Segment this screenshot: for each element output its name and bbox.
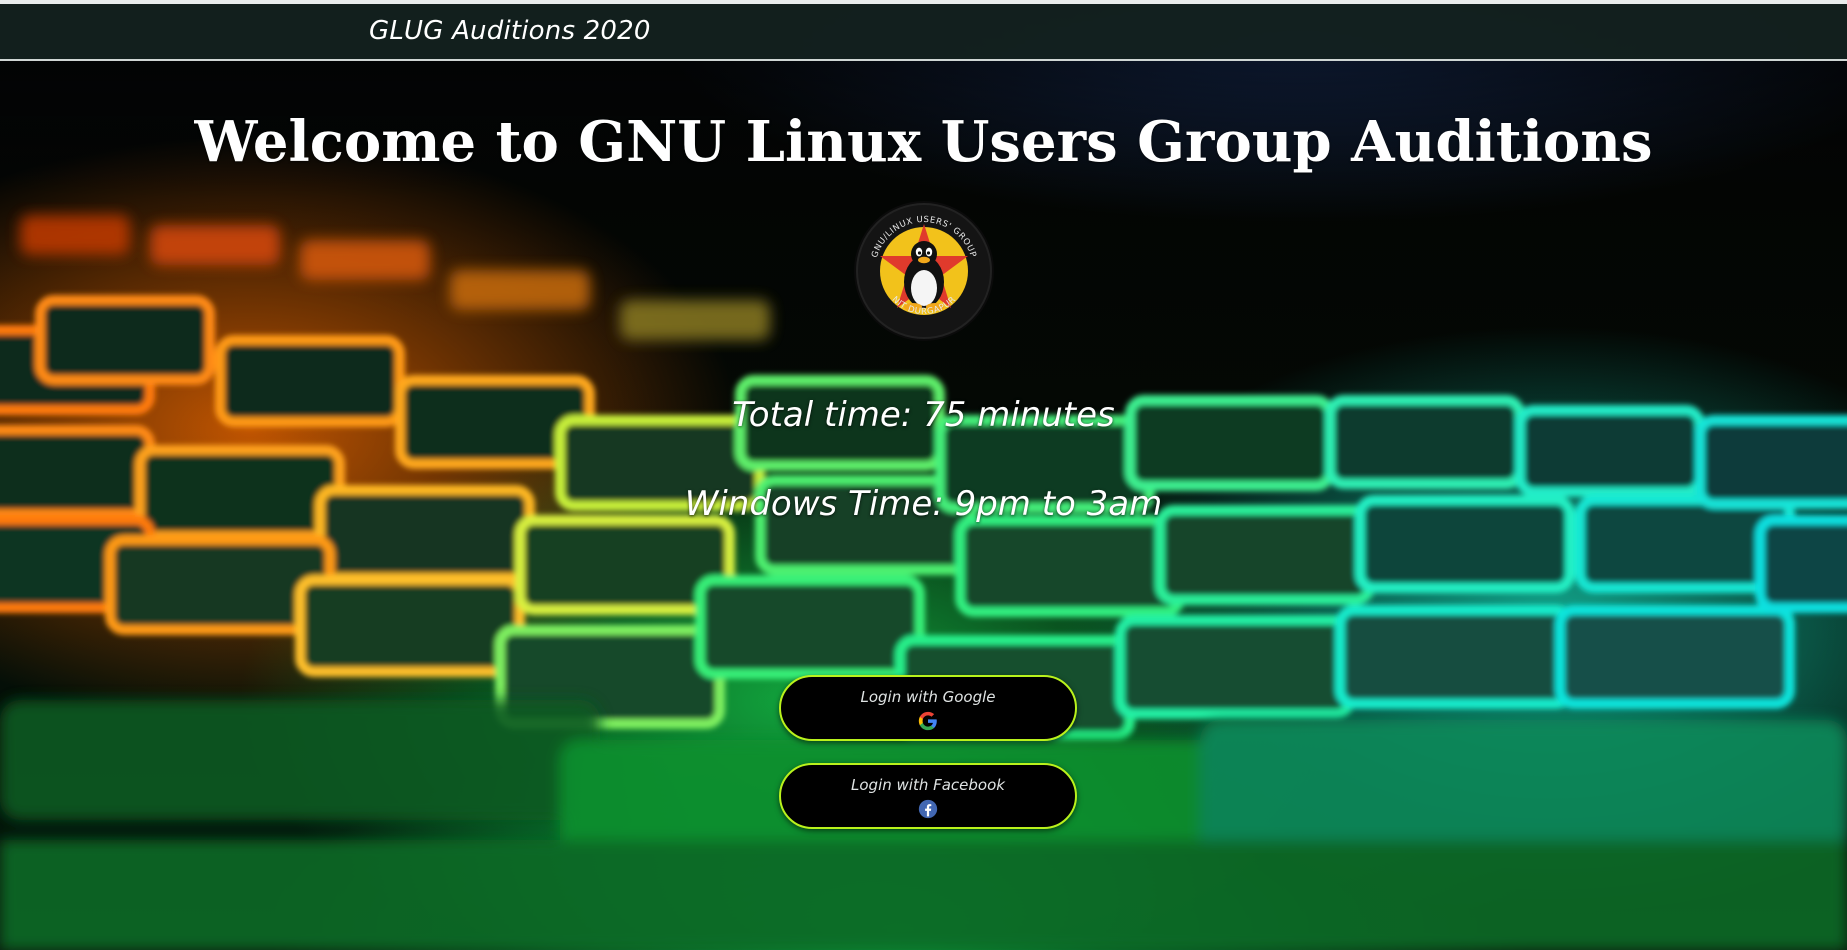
navbar-brand[interactable]: GLUG Auditions 2020 (369, 14, 651, 48)
navbar: GLUG Auditions 2020 (0, 4, 1847, 61)
login-google-button[interactable]: Login with Google (779, 675, 1077, 741)
login-google-label: Login with Google (860, 688, 996, 706)
login-facebook-label: Login with Facebook (851, 776, 1005, 794)
facebook-icon (917, 798, 939, 820)
total-time-text: Total time: 75 minutes (732, 395, 1115, 435)
page-title: Welcome to GNU Linux Users Group Auditio… (194, 108, 1653, 175)
google-icon (917, 710, 939, 732)
login-facebook-button[interactable]: Login with Facebook (779, 763, 1077, 829)
window-time-text: Windows Time: 9pm to 3am (684, 484, 1163, 524)
glug-tux-logo: GNU/LINUX USERS' GROUP NIT DURGAPUR (853, 200, 995, 342)
